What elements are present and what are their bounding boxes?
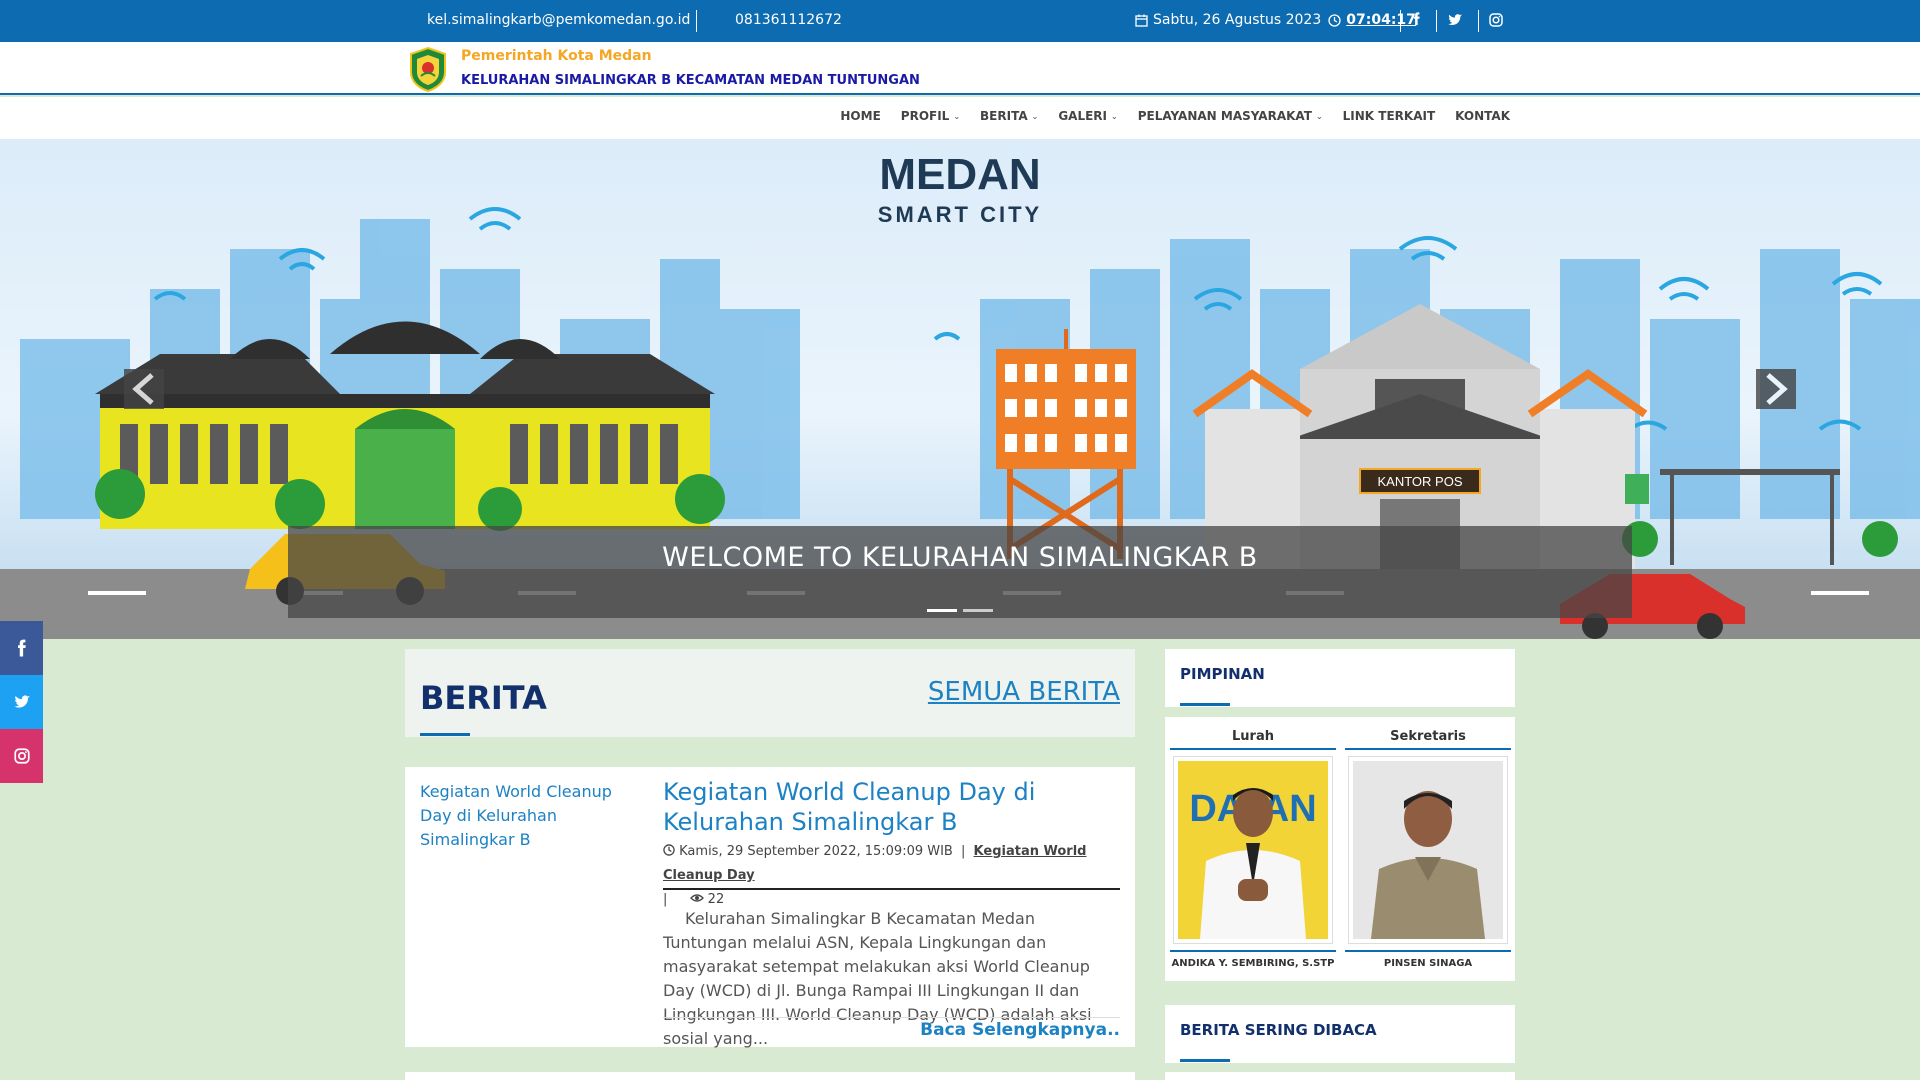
chevron-down-icon: ⌄	[1031, 111, 1039, 121]
facebook-icon	[17, 639, 26, 657]
facebook-icon[interactable]	[1409, 12, 1425, 28]
nav-pelayanan[interactable]: PELAYANAN MASYARAKAT ⌄	[1138, 109, 1323, 123]
meta-separator: |	[663, 892, 668, 907]
leader-photo	[1348, 756, 1508, 944]
divider	[696, 10, 697, 32]
clock-icon	[1328, 13, 1341, 27]
popular-news-header: BERITA SERING DIBACA	[1165, 1005, 1515, 1063]
article-title[interactable]: Kegiatan World Cleanup Day di Kelurahan …	[663, 777, 1123, 837]
nav-label: LINK TERKAIT	[1342, 109, 1436, 123]
divider	[1436, 10, 1437, 32]
org-name: Pemerintah Kota Medan	[461, 48, 652, 64]
prev-slide-button[interactable]	[124, 369, 164, 409]
title-underline	[1180, 703, 1230, 706]
article-meta: Kamis, 29 September 2022, 15:09:09 WIB |…	[663, 840, 1123, 912]
pimpinan-header: PIMPINAN	[1165, 649, 1515, 707]
current-time: 07:04:17	[1346, 12, 1416, 28]
read-more-link[interactable]: Baca Selengkapnya..	[920, 1020, 1120, 1040]
hero-brand-title: MEDAN	[879, 150, 1040, 199]
article-image-alt[interactable]: Kegiatan World Cleanup Day di Kelurahan …	[420, 780, 630, 852]
nav-link-terkait[interactable]: LINK TERKAIT	[1343, 109, 1436, 123]
nav-label: KONTAK	[1455, 109, 1510, 123]
nav-label: HOME	[840, 109, 881, 123]
date-time: Sabtu, 26 Agustus 2023 07:04:17	[1135, 12, 1416, 28]
kantor-pos-sign: KANTOR POS	[1377, 474, 1462, 489]
nav-profil[interactable]: PROFIL ⌄	[901, 109, 960, 123]
berita-section-header: BERITA SEMUA BERITA	[405, 649, 1135, 737]
divider	[663, 888, 1120, 890]
sekretaris-portrait	[1353, 761, 1503, 939]
leader-role: Lurah	[1170, 729, 1336, 750]
divider	[1400, 10, 1401, 32]
leader-name: ANDIKA Y. SEMBIRING, S.STP	[1170, 950, 1336, 969]
section-title: BERITA	[420, 679, 547, 717]
nav-home[interactable]: HOME	[840, 109, 880, 123]
hero-slider: MEDAN SMART CITY KANTOR POS WELCOME TO K…	[0, 139, 1920, 639]
article-views: 22	[707, 892, 725, 907]
news-article-card	[405, 1072, 1135, 1080]
popular-news-panel	[1165, 1072, 1515, 1080]
chevron-left-icon	[132, 373, 154, 405]
nav-label: PELAYANAN MASYARAKAT	[1137, 109, 1312, 123]
side-facebook-button[interactable]	[0, 621, 43, 675]
hero-brand-subtitle: SMART CITY	[878, 202, 1042, 227]
leader-card: Sekretaris PINSEN SINAGA	[1345, 729, 1511, 969]
eye-icon	[689, 894, 704, 902]
chevron-down-icon: ⌄	[1111, 111, 1118, 121]
clock-icon	[663, 844, 675, 856]
slide-indicator-2[interactable]	[963, 609, 993, 612]
nav-berita[interactable]: BERITA ⌄	[980, 109, 1038, 123]
twitter-icon	[13, 695, 30, 708]
water-tower-illustration	[996, 329, 1136, 559]
contact-phone: 081361112672	[735, 12, 842, 28]
hero-caption: WELCOME TO KELURAHAN SIMALINGKAR B	[662, 542, 1258, 573]
lurah-portrait: DATAN	[1178, 761, 1328, 939]
site-header: Pemerintah Kota Medan KELURAHAN SIMALING…	[0, 42, 1920, 95]
divider	[663, 1017, 1120, 1018]
chevron-down-icon: ⌄	[1315, 111, 1323, 121]
nav-label: PROFIL	[900, 109, 950, 123]
current-date: Sabtu, 26 Agustus 2023	[1153, 12, 1322, 28]
instagram-icon[interactable]	[1488, 12, 1504, 28]
calendar-icon	[1135, 14, 1148, 27]
main-nav: HOME PROFIL ⌄ BERITA ⌄ GALERI ⌄ PELAYANAN M…	[0, 97, 1920, 139]
meta-separator: |	[961, 844, 966, 859]
section-title: PIMPINAN	[1180, 665, 1265, 683]
title-underline	[1180, 1059, 1230, 1062]
all-news-link[interactable]: SEMUA BERITA	[928, 677, 1120, 707]
article-date: Kamis, 29 September 2022, 15:09:09 WIB	[679, 844, 953, 859]
leader-card: Lurah DATAN ANDIKA Y. SEMBIRING, S.STP	[1170, 729, 1336, 969]
nav-kontak[interactable]: KONTAK	[1455, 109, 1510, 123]
chevron-down-icon: ⌄	[953, 111, 961, 121]
nav-label: BERITA	[980, 109, 1028, 123]
news-article-card: Kegiatan World Cleanup Day di Kelurahan …	[405, 767, 1135, 1048]
nav-label: GALERI	[1058, 109, 1108, 123]
twitter-icon[interactable]	[1447, 12, 1463, 28]
divider	[1478, 10, 1479, 32]
contact-email[interactable]: kel.simalingkarb@pemkomedan.go.id	[427, 12, 690, 28]
top-bar: kel.simalingkarb@pemkomedan.go.id 081361…	[0, 0, 1920, 42]
instagram-icon	[13, 748, 30, 764]
nav-galeri[interactable]: GALERI ⌄	[1058, 109, 1117, 123]
city-emblem-logo[interactable]	[407, 46, 449, 92]
title-underline	[420, 733, 470, 736]
chevron-right-icon	[1766, 373, 1788, 405]
side-twitter-button[interactable]	[0, 675, 43, 729]
next-slide-button[interactable]	[1756, 369, 1796, 409]
leader-photo: DATAN	[1173, 756, 1333, 944]
leader-name: PINSEN SINAGA	[1345, 950, 1511, 969]
leader-role: Sekretaris	[1345, 729, 1511, 750]
site-subtitle: KELURAHAN SIMALINGKAR B KECAMATAN MEDAN …	[461, 73, 920, 88]
side-instagram-button[interactable]	[0, 729, 43, 783]
section-title: BERITA SERING DIBACA	[1180, 1021, 1377, 1039]
pimpinan-panel: Lurah DATAN ANDIKA Y. SEMBIRING, S.STP S…	[1165, 717, 1515, 981]
slide-indicator-1[interactable]	[927, 609, 957, 612]
